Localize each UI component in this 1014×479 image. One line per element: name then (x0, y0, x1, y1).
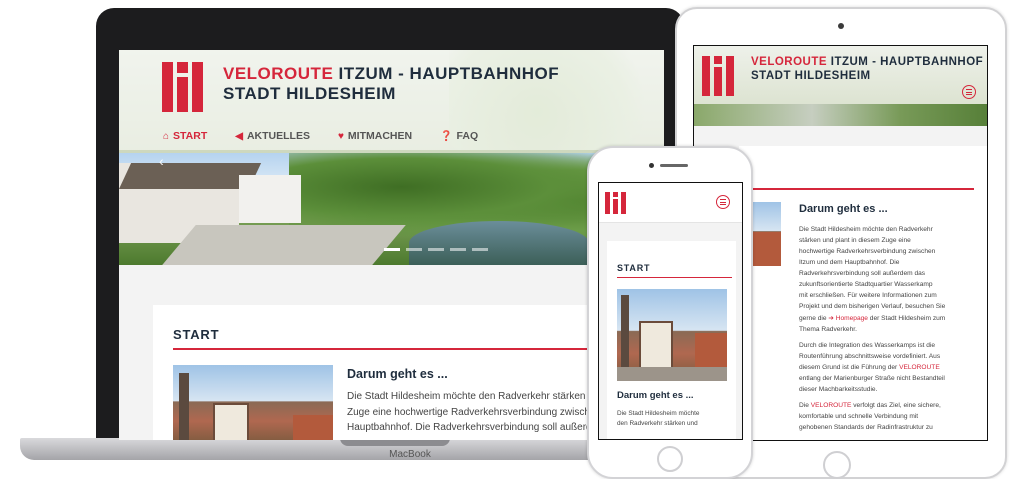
section-title: START (173, 327, 220, 342)
section-divider (617, 277, 732, 278)
slider-indicators (384, 248, 488, 251)
section-divider (739, 188, 974, 190)
homepage-link[interactable]: ➔ Homepage (828, 315, 868, 322)
article-title: Darum geht es ... (617, 390, 694, 401)
slider-dot[interactable] (384, 248, 400, 251)
tablet-header: VELOROUTE ITZUM - HAUPTBAHNHOF STADT HIL… (694, 46, 987, 126)
menu-button[interactable] (962, 85, 976, 99)
menu-button[interactable] (716, 195, 730, 209)
site-logo[interactable] (702, 56, 734, 96)
article-image (173, 365, 333, 440)
tablet-home-button (823, 451, 851, 479)
article-title: Darum geht es ... (347, 367, 448, 381)
nav-item-mitmachen[interactable]: ♥ MITMACHEN (338, 130, 412, 142)
megaphone-icon: ◀ (235, 130, 243, 142)
laptop-screen: VELOROUTE ITZUM - HAUPTBAHNHOF STADT HIL… (119, 50, 664, 440)
home-icon: ⌂ (163, 130, 170, 142)
image-slider[interactable]: ‹ (119, 153, 664, 265)
main-navigation: ⌂ START ◀ AKTUELLES ♥ MITMACHEN ❓ FAQ (163, 130, 478, 142)
laptop-brand-label: MacBook (389, 449, 431, 460)
nav-item-label: START (173, 130, 208, 142)
site-title-accent: VELOROUTE (751, 56, 828, 68)
content-card: Darum geht es ... Die Stadt Hildesheim m… (739, 146, 987, 440)
chevron-left-icon[interactable]: ‹ (159, 153, 164, 169)
tablet-camera (838, 23, 844, 29)
site-logo[interactable] (162, 62, 203, 112)
site-title: VELOROUTE ITZUM - HAUPTBAHNHOF STADT HIL… (751, 56, 983, 84)
site-title-rest: ITZUM - HAUPTBAHNHOF (827, 56, 984, 68)
slider-dot[interactable] (406, 248, 422, 251)
phone-header (599, 183, 742, 223)
article-body: Die Stadt Hildesheim möchte den Radverke… (799, 226, 946, 432)
nav-item-start[interactable]: ⌂ START (163, 130, 207, 142)
phone-speaker (660, 164, 688, 167)
section-divider (173, 348, 643, 350)
nav-item-faq[interactable]: ❓ FAQ (440, 130, 478, 142)
phone-screen: START Darum geht es ... Die Stadt Hildes… (598, 182, 743, 440)
article-image (617, 289, 727, 381)
phone-home-button (657, 446, 683, 472)
nav-item-aktuelles[interactable]: ◀ AKTUELLES (235, 130, 310, 142)
heart-icon: ♥ (337, 130, 344, 142)
section-title: START (617, 263, 651, 273)
nav-item-label: FAQ (456, 130, 479, 142)
site-title-accent: VELOROUTE (223, 64, 334, 83)
site-subtitle: STADT HILDESHEIM (751, 69, 871, 82)
slider-dot[interactable] (472, 248, 488, 251)
phone-body: START Darum geht es ... Die Stadt Hildes… (599, 223, 742, 439)
site-subtitle: STADT HILDESHEIM (223, 84, 396, 104)
slider-dot[interactable] (450, 248, 466, 251)
question-icon: ❓ (440, 130, 453, 142)
site-logo[interactable] (605, 192, 626, 214)
article-title: Darum geht es ... (799, 203, 888, 215)
slider-dot[interactable] (428, 248, 444, 251)
content-card: START Darum geht es ... Die Stadt Hildes… (607, 241, 736, 439)
article-body: Die Stadt Hildesheim möchte den Radverke… (617, 410, 700, 428)
phone-camera (649, 163, 654, 168)
nav-item-label: MITMACHEN (347, 130, 413, 142)
nav-item-label: AKTUELLES (246, 130, 310, 142)
site-title-rest: ITZUM - HAUPTBAHNHOF (333, 64, 560, 83)
site-title: VELOROUTE ITZUM - HAUPTBAHNHOF STADT HIL… (223, 64, 559, 105)
